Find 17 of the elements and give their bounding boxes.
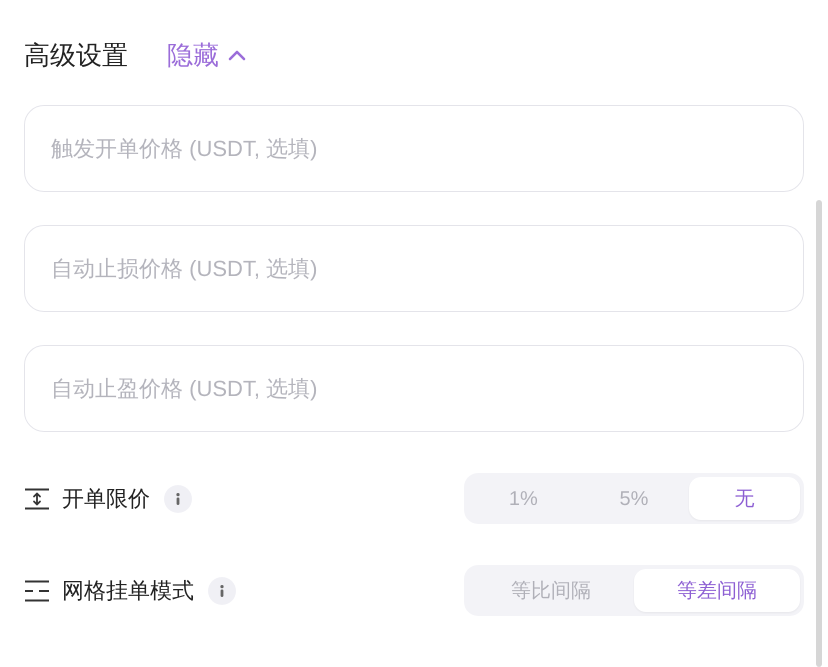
setting-label: 网格挂单模式 — [62, 577, 194, 605]
setting-label: 开单限价 — [62, 485, 150, 513]
segment-option[interactable]: 等差间隔 — [634, 569, 800, 612]
segment-option[interactable]: 1% — [468, 477, 579, 520]
scrollbar-thumb[interactable] — [816, 200, 822, 667]
grid-lines-icon — [24, 580, 50, 602]
hide-toggle[interactable]: 隐藏 — [167, 36, 246, 74]
info-icon[interactable] — [164, 484, 192, 512]
segment-option[interactable]: 等比间隔 — [468, 569, 634, 612]
limit-range-icon — [24, 488, 50, 510]
info-icon[interactable] — [208, 576, 236, 604]
price-input[interactable]: 自动止盈价格 (USDT, 选填) — [24, 345, 804, 432]
segment-option[interactable]: 5% — [578, 477, 690, 520]
segment-option[interactable]: 无 — [689, 477, 800, 520]
price-input[interactable]: 自动止损价格 (USDT, 选填) — [24, 225, 804, 312]
section-title: 高级设置 — [24, 39, 128, 72]
price-input[interactable]: 触发开单价格 (USDT, 选填) — [24, 105, 804, 192]
